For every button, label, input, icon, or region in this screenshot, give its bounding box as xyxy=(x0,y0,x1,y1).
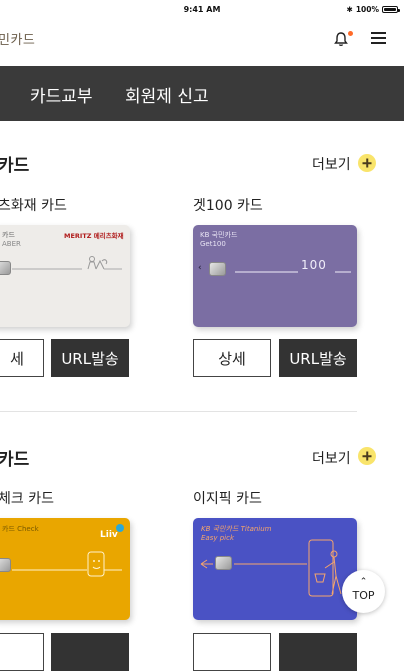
notification-dot xyxy=(348,31,353,36)
battery-icon xyxy=(382,6,400,13)
url-send-button[interactable] xyxy=(279,633,357,671)
card-logo-100: 100 xyxy=(301,258,327,272)
card-image-meritz[interactable]: 카드 ABER MERITZ 메리츠화재 xyxy=(0,225,130,327)
detail-button[interactable]: 상세 xyxy=(193,339,271,377)
scroll-top-button[interactable]: ⌃ TOP xyxy=(342,570,385,613)
card-text: 카드 Check xyxy=(2,525,39,533)
status-indicators: ✱ 100% xyxy=(346,5,400,14)
section-divider xyxy=(0,411,357,412)
status-time: 9:41 AM xyxy=(183,5,221,14)
card-name: 츠화재 카드 xyxy=(0,198,67,214)
chip-icon xyxy=(0,261,11,275)
section-title: 카드 xyxy=(0,450,30,470)
card-text: ABER xyxy=(2,240,21,248)
card-name: 겟100 카드 xyxy=(193,198,263,214)
card-text: Get100 xyxy=(200,240,226,248)
url-send-button[interactable]: URL발송 xyxy=(279,339,357,377)
card-line-art xyxy=(12,256,122,270)
more-link[interactable]: 더보기 xyxy=(312,154,351,174)
card-image-easypick[interactable]: KB 국민카드 Titanium Easy pick xyxy=(193,518,357,620)
bell-icon[interactable] xyxy=(333,31,349,47)
plus-icon[interactable] xyxy=(358,447,376,465)
card-image-get100[interactable]: KB 국민카드 Get100 ‹ 100 xyxy=(193,225,357,327)
chevron-up-icon: ⌃ xyxy=(359,577,368,587)
nav-item-card-issue[interactable]: 카드교부 xyxy=(30,82,93,107)
nav-item-member-report[interactable]: 회원제 신고 xyxy=(125,82,209,107)
chevron-left-icon: ‹ xyxy=(198,263,202,273)
liiv-logo: Liiv xyxy=(100,530,118,540)
card-name: 이지픽 카드 xyxy=(193,491,262,507)
battery-percent: 100% xyxy=(355,5,379,14)
detail-button[interactable] xyxy=(193,633,271,671)
card-line-art xyxy=(235,271,351,273)
card-name: 체크 카드 xyxy=(0,491,54,507)
url-send-button[interactable] xyxy=(51,633,129,671)
bluetooth-icon: ✱ xyxy=(346,5,353,14)
card-text: 카드 xyxy=(2,231,15,239)
chip-icon xyxy=(209,262,226,276)
card-line-art xyxy=(12,551,122,577)
menu-icon[interactable] xyxy=(371,32,386,44)
more-link[interactable]: 더보기 xyxy=(312,448,351,468)
card-text: KB 국민카드 xyxy=(200,231,238,239)
chip-icon xyxy=(0,558,11,572)
meritz-logo: MERITZ 메리츠화재 xyxy=(64,232,124,240)
top-label: TOP xyxy=(352,589,375,602)
card-image-check[interactable]: 카드 Check Liiv xyxy=(0,518,130,620)
brand-logo[interactable]: 민카드 xyxy=(0,29,35,48)
detail-button[interactable] xyxy=(0,633,44,671)
plus-icon[interactable] xyxy=(358,154,376,172)
section-title: 카드 xyxy=(0,156,30,176)
liiv-m-icon xyxy=(116,524,124,532)
card-line-art xyxy=(200,539,342,597)
url-send-button[interactable]: URL발송 xyxy=(51,339,129,377)
detail-button[interactable]: 세 xyxy=(0,339,44,377)
